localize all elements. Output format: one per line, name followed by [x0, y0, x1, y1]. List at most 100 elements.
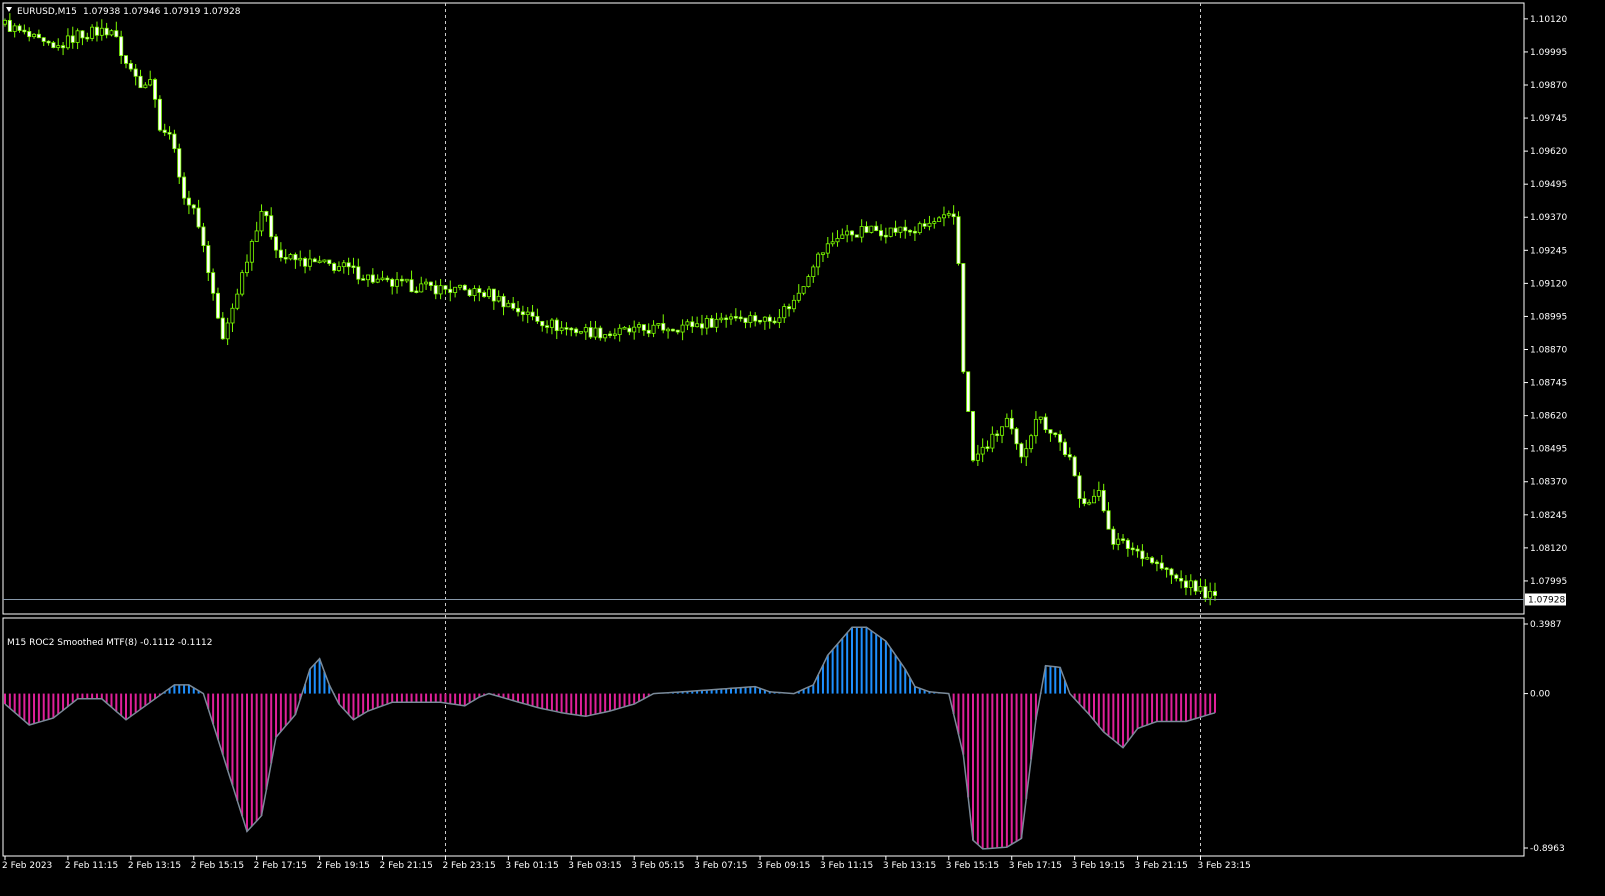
candle[interactable] — [637, 321, 642, 333]
candle[interactable] — [995, 430, 1000, 442]
candle[interactable] — [99, 19, 104, 41]
candle[interactable] — [830, 232, 835, 247]
candle[interactable] — [559, 321, 564, 335]
candle[interactable] — [61, 41, 66, 56]
candle[interactable] — [1029, 433, 1034, 453]
candle[interactable] — [835, 230, 840, 247]
candle[interactable] — [404, 278, 409, 283]
candle[interactable] — [424, 278, 429, 290]
candle[interactable] — [148, 70, 153, 87]
time-axis[interactable]: 2 Feb 2023 2 Feb 11:15 2 Feb 13:15 2 Feb 15… — [2, 856, 1251, 871]
candle[interactable] — [753, 312, 758, 327]
candle[interactable] — [1067, 447, 1072, 461]
candle[interactable] — [143, 82, 148, 89]
candle[interactable] — [549, 318, 554, 335]
candle[interactable] — [186, 190, 191, 215]
candle[interactable] — [7, 13, 12, 32]
candle[interactable] — [690, 316, 695, 333]
candle[interactable] — [714, 312, 719, 333]
candle[interactable] — [433, 280, 438, 300]
candle[interactable] — [361, 274, 366, 281]
candle[interactable] — [36, 29, 41, 39]
candle[interactable] — [908, 229, 913, 236]
candle[interactable] — [264, 210, 269, 222]
candle[interactable] — [748, 311, 753, 328]
candle[interactable] — [244, 254, 249, 277]
candle[interactable] — [530, 304, 535, 321]
candle[interactable] — [230, 303, 235, 333]
candle[interactable] — [898, 226, 903, 239]
candle[interactable] — [578, 331, 583, 335]
candle[interactable] — [724, 314, 729, 328]
candle[interactable] — [825, 237, 830, 258]
candle[interactable] — [680, 319, 685, 341]
candle[interactable] — [622, 326, 627, 330]
candle[interactable] — [167, 126, 172, 140]
candle[interactable] — [12, 23, 17, 38]
candle[interactable] — [138, 69, 143, 89]
candle[interactable] — [22, 24, 27, 35]
candle[interactable] — [235, 288, 240, 311]
candle[interactable] — [1164, 567, 1169, 578]
candle[interactable] — [695, 316, 700, 328]
candle[interactable] — [133, 64, 138, 86]
candle[interactable] — [119, 30, 124, 64]
candle[interactable] — [845, 224, 850, 243]
candle[interactable] — [661, 314, 666, 334]
candle[interactable] — [395, 272, 400, 294]
candle[interactable] — [675, 329, 680, 335]
candle[interactable] — [114, 21, 119, 38]
candle[interactable] — [733, 308, 738, 322]
candle[interactable] — [128, 60, 133, 72]
candle[interactable] — [854, 234, 859, 238]
candle[interactable] — [1130, 542, 1135, 556]
candle[interactable] — [666, 327, 671, 339]
candle[interactable] — [1188, 574, 1193, 596]
candle[interactable] — [51, 40, 56, 49]
candle[interactable] — [956, 211, 961, 266]
candle[interactable] — [462, 284, 467, 291]
candle[interactable] — [332, 262, 337, 274]
candle[interactable] — [351, 257, 356, 274]
candle[interactable] — [1000, 426, 1005, 444]
candle[interactable] — [574, 327, 579, 337]
candle[interactable] — [874, 221, 879, 232]
candle[interactable] — [278, 242, 283, 262]
candle[interactable] — [153, 77, 158, 108]
candle[interactable] — [617, 324, 622, 342]
candle[interactable] — [1033, 411, 1038, 444]
candle[interactable] — [535, 308, 540, 324]
candle[interactable] — [975, 444, 980, 466]
candle[interactable] — [864, 221, 869, 234]
candle[interactable] — [220, 312, 225, 340]
candle[interactable] — [961, 262, 966, 374]
candle[interactable] — [506, 300, 511, 308]
candle[interactable] — [1053, 432, 1058, 438]
candle[interactable] — [820, 252, 825, 263]
candle[interactable] — [685, 319, 690, 331]
candle[interactable] — [259, 204, 264, 237]
candle[interactable] — [912, 226, 917, 242]
candle[interactable] — [1208, 582, 1213, 606]
candle[interactable] — [651, 320, 656, 338]
candle[interactable] — [966, 371, 971, 412]
candle-series[interactable] — [3, 13, 1218, 606]
candle[interactable] — [1043, 413, 1048, 433]
candle[interactable] — [840, 228, 845, 240]
candle[interactable] — [438, 278, 443, 300]
candle[interactable] — [409, 270, 414, 293]
candle[interactable] — [249, 239, 254, 271]
candle[interactable] — [922, 219, 927, 230]
candle[interactable] — [1121, 534, 1126, 544]
candle[interactable] — [879, 224, 884, 241]
candle[interactable] — [709, 315, 714, 329]
candle[interactable] — [1169, 567, 1174, 584]
candle[interactable] — [196, 199, 201, 229]
candle[interactable] — [356, 258, 361, 285]
candle[interactable] — [670, 328, 675, 332]
candle[interactable] — [1116, 532, 1121, 551]
candle[interactable] — [525, 307, 530, 324]
candle[interactable] — [1058, 430, 1063, 451]
candle[interactable] — [104, 22, 109, 39]
candle[interactable] — [1004, 413, 1009, 428]
